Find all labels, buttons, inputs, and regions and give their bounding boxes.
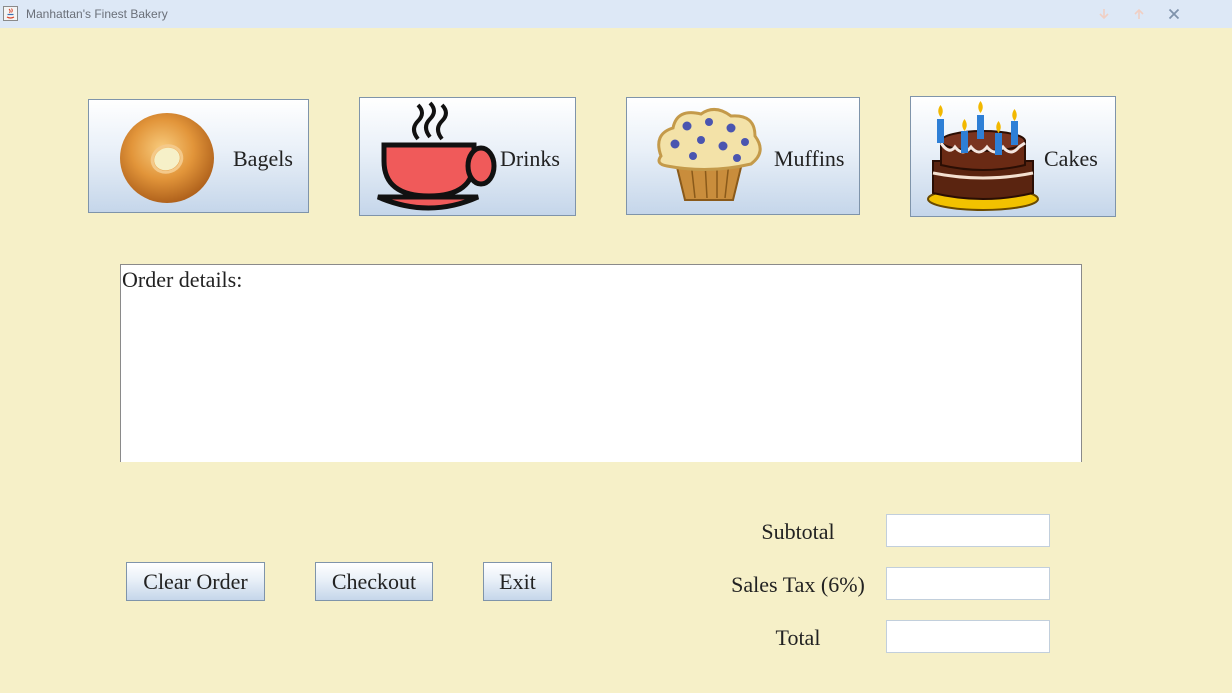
drinks-label: Drinks	[500, 146, 560, 171]
drinks-button[interactable]: Drinks	[359, 97, 576, 216]
subtotal-label: Subtotal	[761, 519, 835, 544]
muffins-button[interactable]: Muffins	[626, 97, 860, 215]
muffin-icon	[657, 108, 762, 201]
sales-tax-label: Sales Tax (6%)	[731, 572, 865, 597]
coffee-cup-icon	[377, 101, 497, 211]
cakes-button[interactable]: Cakes	[910, 96, 1116, 217]
checkout-button[interactable]: Checkout	[315, 562, 433, 601]
total-field[interactable]	[886, 620, 1050, 653]
muffins-label: Muffins	[774, 146, 845, 171]
maximize-icon[interactable]	[1130, 5, 1148, 23]
close-icon[interactable]	[1165, 5, 1183, 23]
cakes-label: Cakes	[1044, 146, 1098, 171]
bagel-icon	[120, 113, 214, 203]
minimize-icon[interactable]	[1095, 5, 1113, 23]
total-label: Total	[775, 625, 821, 650]
order-details-textarea[interactable]: Order details:	[120, 264, 1082, 462]
cake-icon	[927, 101, 1039, 211]
sales-tax-field[interactable]	[886, 567, 1050, 600]
bagels-button[interactable]: Bagels	[88, 99, 309, 213]
subtotal-field[interactable]	[886, 514, 1050, 547]
window-title-bar: Manhattan's Finest Bakery	[0, 0, 1232, 28]
bagels-label: Bagels	[233, 146, 293, 171]
clear-order-button[interactable]: Clear Order	[126, 562, 265, 601]
exit-button[interactable]: Exit	[483, 562, 552, 601]
window-title: Manhattan's Finest Bakery	[26, 7, 168, 21]
java-app-icon	[3, 6, 18, 21]
